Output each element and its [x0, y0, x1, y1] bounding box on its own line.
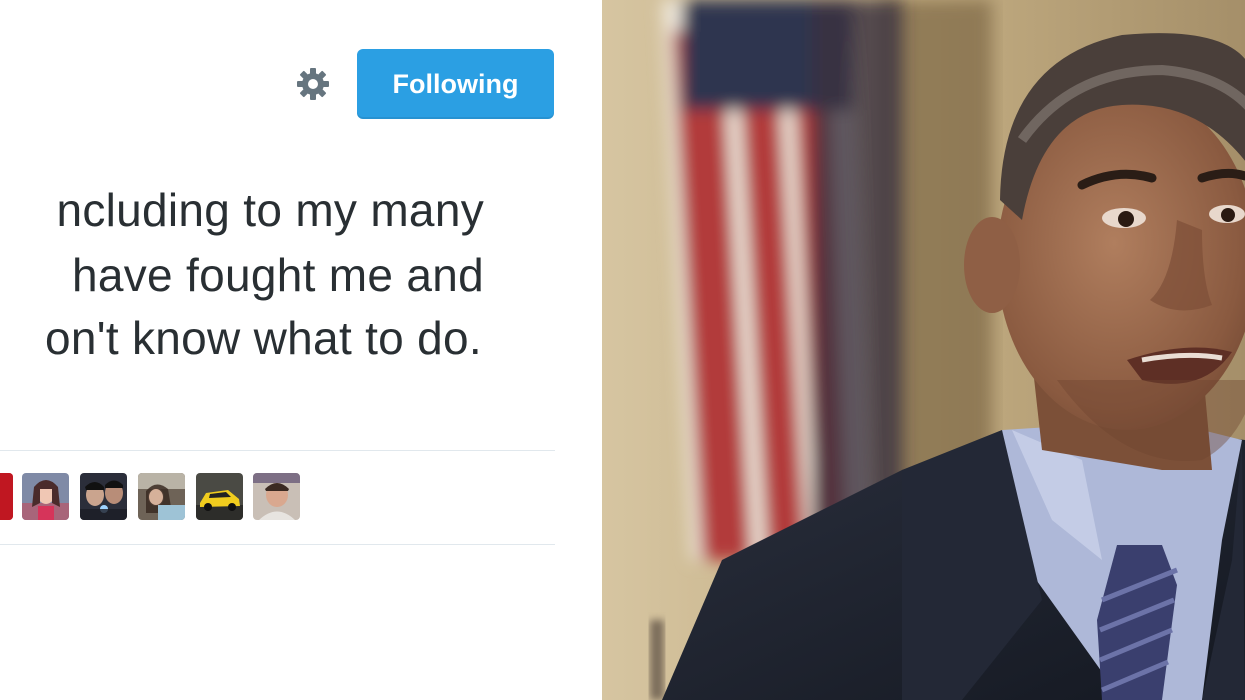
man-speaking-photo	[602, 0, 1245, 700]
avatar-yellow-car	[196, 473, 243, 520]
divider-top	[0, 450, 555, 451]
liker-avatar[interactable]	[196, 473, 243, 520]
avatar-woman-pink	[22, 473, 69, 520]
avatar-people-outdoor	[138, 473, 185, 520]
tweet-text: ncluding to my many have fought me and o…	[0, 0, 600, 380]
liker-avatar[interactable]	[253, 473, 300, 520]
avatar-red-partial	[0, 473, 13, 520]
tweet-card: Following ncluding to my many have fough…	[0, 0, 600, 700]
liker-avatar[interactable]	[0, 473, 13, 520]
liker-avatar[interactable]	[80, 473, 127, 520]
divider-bottom	[0, 544, 555, 545]
tweet-text-line-1: ncluding to my many	[56, 184, 484, 236]
tweet-text-line-2: have fought me and	[71, 249, 484, 301]
avatar-two-people	[80, 473, 127, 520]
liker-avatar[interactable]	[138, 473, 185, 520]
man-speaking-photo	[602, 0, 1245, 700]
tweet-text-line-3: on't know what to do.	[44, 312, 482, 364]
liker-avatar[interactable]	[22, 473, 69, 520]
avatar-man-portrait	[253, 473, 300, 520]
